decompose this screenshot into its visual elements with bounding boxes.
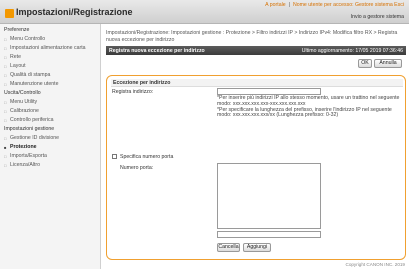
section-title: Eccezione per indirizzo bbox=[113, 80, 171, 86]
section-header: Eccezione per indirizzo bbox=[111, 79, 403, 87]
copyright: Copyright CANON INC. 2019 bbox=[345, 262, 406, 267]
sidebar-item-calibration[interactable]: Calibrazione bbox=[0, 107, 100, 116]
sidebar-group-output-control: Uscita/Controllo bbox=[4, 90, 41, 96]
sidebar-group-management: Impostazioni gestione bbox=[4, 126, 55, 132]
header-links: A portale | Nome utente per accesso: Gesto… bbox=[265, 2, 404, 8]
address-note: *Per inserire più indirizzi IP allo stes… bbox=[217, 95, 403, 119]
port-number-list[interactable] bbox=[217, 163, 321, 229]
add-button[interactable]: Aggiungi bbox=[243, 243, 271, 252]
note-range: *Per inserire più indirizzi IP allo stes… bbox=[217, 95, 400, 107]
sidebar-item-user-maintenance[interactable]: Manutenzione utente bbox=[0, 80, 100, 89]
sidebar-item-device-control[interactable]: Controllo periferica bbox=[0, 116, 100, 125]
page-title-bar: Registra nuova eccezione per indirizzo U… bbox=[106, 46, 406, 55]
page-title: Registra nuova eccezione per indirizzo bbox=[109, 48, 205, 54]
cancel-button[interactable]: Annulla bbox=[374, 59, 402, 68]
sidebar-item-menu-controllo[interactable]: Menu Controllo bbox=[0, 35, 100, 44]
port-number-input[interactable] bbox=[217, 231, 321, 238]
sidebar-item-security[interactable]: Protezione bbox=[0, 143, 100, 152]
sidebar-item-paper-feed[interactable]: Impostazioni alimentazione carta bbox=[0, 44, 100, 53]
sidebar-item-network[interactable]: Rete bbox=[0, 53, 100, 62]
note-prefix: *Per specificare la lunghezza del prefis… bbox=[217, 106, 392, 119]
portal-link[interactable]: A portale bbox=[265, 2, 285, 8]
address-exception-panel: Eccezione per indirizzo Registra indiriz… bbox=[106, 75, 406, 260]
app-header: Impostazioni/Registrazione A portale | Nom… bbox=[0, 0, 409, 24]
sidebar-item-license[interactable]: Licenza/Altro bbox=[0, 161, 100, 170]
sidebar-item-department-id[interactable]: Gestione ID divisione bbox=[0, 134, 100, 143]
sidebar-item-layout[interactable]: Layout bbox=[0, 62, 100, 71]
sidebar-item-utility-menu[interactable]: Menu Utility bbox=[0, 98, 100, 107]
specify-port-checkbox[interactable] bbox=[112, 154, 117, 159]
address-label: Registra indirizzo: bbox=[112, 89, 154, 95]
ok-button[interactable]: OK bbox=[358, 59, 372, 68]
user-info-link[interactable]: Nome utente per accesso: Gestore sistema… bbox=[293, 2, 404, 8]
sidebar-group-preferences: Preferenze bbox=[4, 27, 30, 33]
breadcrumb: Impostazioni/Registrazione: Impostazioni… bbox=[106, 30, 398, 43]
sidebar-item-import-export[interactable]: Importa/Esporta bbox=[0, 152, 100, 161]
app-title: Impostazioni/Registrazione bbox=[16, 7, 133, 17]
sidebar-item-print-quality[interactable]: Qualità di stampa bbox=[0, 71, 100, 80]
delete-button[interactable]: Cancella bbox=[217, 243, 240, 252]
specify-port-label[interactable]: Specifica numero porta bbox=[120, 154, 173, 160]
sidebar: Preferenze Menu Controllo Impostazioni a… bbox=[0, 24, 101, 269]
port-number-label: Numero porta: bbox=[120, 165, 154, 171]
mail-to-admin-link[interactable]: Invio a gestore sistema bbox=[351, 14, 404, 20]
main-content: Impostazioni/Registrazione: Impostazioni… bbox=[103, 24, 409, 269]
last-updated: Ultimo aggiornamento: 17/05 2019 07:36:4… bbox=[301, 48, 403, 54]
settings-app-icon bbox=[5, 9, 14, 18]
address-input[interactable] bbox=[217, 88, 321, 95]
